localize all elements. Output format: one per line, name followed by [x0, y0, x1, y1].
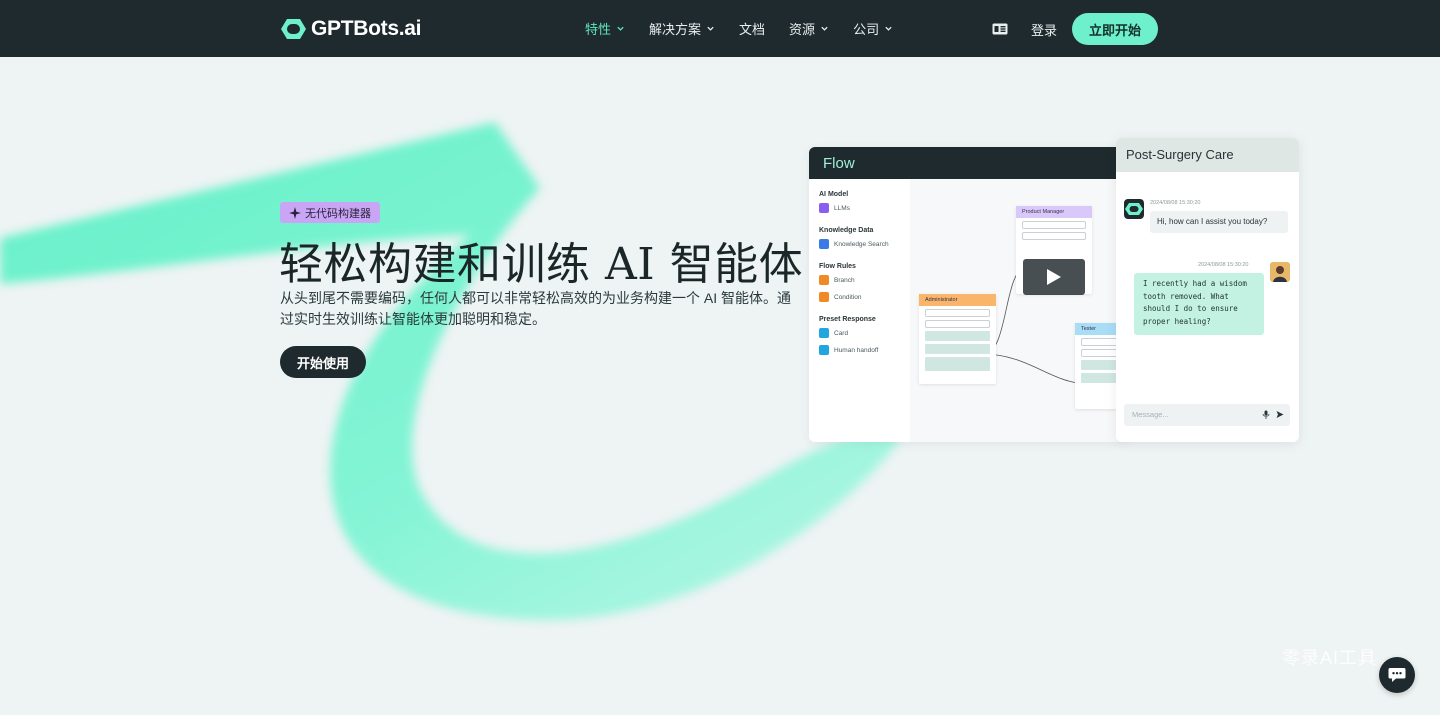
flow-canvas: Product Manager Administrator Tester: [910, 179, 1129, 442]
user-timestamp: 2024/08/08 15:30:20: [1198, 262, 1249, 268]
top-navbar: GPTBots.ai 特性 解决方案 文档 资源 公司 登录 立即开始: [0, 0, 1440, 57]
flow-preview-card: Flow AI Model LLMs Knowledge Data Knowle…: [809, 147, 1129, 442]
message-placeholder: Message...: [1132, 410, 1169, 419]
flow-item-label: Condition: [834, 293, 862, 301]
message-actions: [1262, 410, 1284, 419]
node-field: [1022, 221, 1086, 229]
video-play-button[interactable]: [1023, 259, 1085, 295]
node-title: Product Manager: [1016, 206, 1092, 218]
language-icon[interactable]: [992, 23, 1008, 35]
card-icon: [819, 328, 829, 338]
flow-item-knowledge-search: Knowledge Search: [819, 239, 900, 249]
flow-item-label: LLMs: [834, 204, 850, 212]
logo-text: GPTBots.ai: [311, 17, 422, 40]
flow-title: Flow: [809, 147, 1129, 179]
node-field: [925, 309, 990, 317]
user-message: I recently had a wisdom tooth removed. W…: [1134, 273, 1264, 335]
chevron-down-icon: [707, 26, 714, 31]
llm-icon: [819, 203, 829, 213]
send-icon[interactable]: [1276, 410, 1284, 419]
nav-item-features[interactable]: 特性: [585, 19, 625, 38]
nav-item-label: 公司: [853, 22, 880, 37]
flow-item-human-handoff: Human handoff: [819, 345, 900, 355]
login-link[interactable]: 登录: [1031, 20, 1057, 39]
sparkle-icon: [289, 206, 301, 219]
flow-group-title: AI Model: [819, 191, 849, 198]
no-code-badge: 无代码构建器: [280, 202, 380, 223]
nav-menu: 特性 解决方案 文档 资源 公司: [585, 0, 917, 57]
node-field: [925, 357, 990, 371]
nav-right: 登录 立即开始: [992, 13, 1158, 45]
flow-item-branch: Branch: [819, 275, 900, 285]
nav-item-company[interactable]: 公司: [853, 19, 893, 38]
nav-item-label: 解决方案: [649, 22, 702, 37]
logo-icon: [281, 19, 306, 39]
play-icon: [1047, 269, 1061, 285]
message-input[interactable]: Message...: [1124, 404, 1290, 426]
nav-item-docs[interactable]: 文档: [739, 19, 765, 38]
nav-item-label: 资源: [789, 22, 816, 37]
microphone-icon[interactable]: [1262, 410, 1270, 419]
flow-group-title: Flow Rules: [819, 263, 856, 270]
knowledge-icon: [819, 239, 829, 249]
flow-item-label: Knowledge Search: [834, 240, 889, 248]
node-title: Administrator: [919, 294, 996, 306]
flow-item-condition: Condition: [819, 292, 900, 302]
handoff-icon: [819, 345, 829, 355]
node-field: [925, 344, 990, 354]
hero-title: 轻松构建和训练 AI 智能体: [279, 239, 804, 290]
user-avatar: [1270, 262, 1290, 282]
nav-item-resources[interactable]: 资源: [789, 19, 829, 38]
bot-message: Hi, how can I assist you today?: [1150, 211, 1288, 233]
bot-logo-icon: [1125, 203, 1143, 215]
node-administrator: Administrator: [919, 294, 996, 384]
bot-avatar: [1124, 199, 1144, 219]
logo[interactable]: GPTBots.ai: [280, 15, 421, 43]
flow-sidebar: AI Model LLMs Knowledge Data Knowledge S…: [809, 179, 910, 442]
flow-group-title: Knowledge Data: [819, 227, 874, 234]
chevron-down-icon: [617, 26, 624, 31]
chat-title: Post-Surgery Care: [1116, 138, 1299, 172]
user-avatar-icon: [1270, 262, 1290, 282]
flow-item-llms: LLMs: [819, 203, 900, 213]
nav-item-label: 文档: [739, 22, 766, 37]
node-field: [1022, 232, 1086, 240]
node-field: [925, 331, 990, 341]
get-started-button[interactable]: 立即开始: [1072, 13, 1158, 45]
nav-item-solutions[interactable]: 解决方案: [649, 19, 715, 38]
support-chat-button[interactable]: [1379, 657, 1415, 693]
flow-item-card: Card: [819, 328, 900, 338]
chevron-down-icon: [821, 26, 828, 31]
watermark-text: 零录AI工具: [1282, 648, 1378, 668]
badge-label: 无代码构建器: [305, 207, 371, 220]
flow-item-label: Card: [834, 329, 849, 337]
node-field: [925, 320, 990, 328]
bot-timestamp: 2024/08/08 15:30:20: [1150, 200, 1201, 206]
chat-bubble-icon: [1388, 668, 1406, 682]
hero-description: 从头到尾不需要编码，任何人都可以非常轻松高效的为业务构建一个 AI 智能体。通过…: [280, 290, 792, 327]
chevron-down-icon: [885, 26, 892, 31]
nav-item-label: 特性: [585, 22, 612, 37]
start-using-button[interactable]: 开始使用: [280, 346, 366, 378]
chat-preview-card: Post-Surgery Care 2024/08/08 15:30:20 Hi…: [1116, 138, 1299, 442]
flow-item-label: Branch: [834, 276, 855, 284]
flow-item-label: Human handoff: [834, 346, 879, 354]
branch-icon: [819, 275, 829, 285]
condition-icon: [819, 292, 829, 302]
flow-group-title: Preset Response: [819, 316, 876, 323]
